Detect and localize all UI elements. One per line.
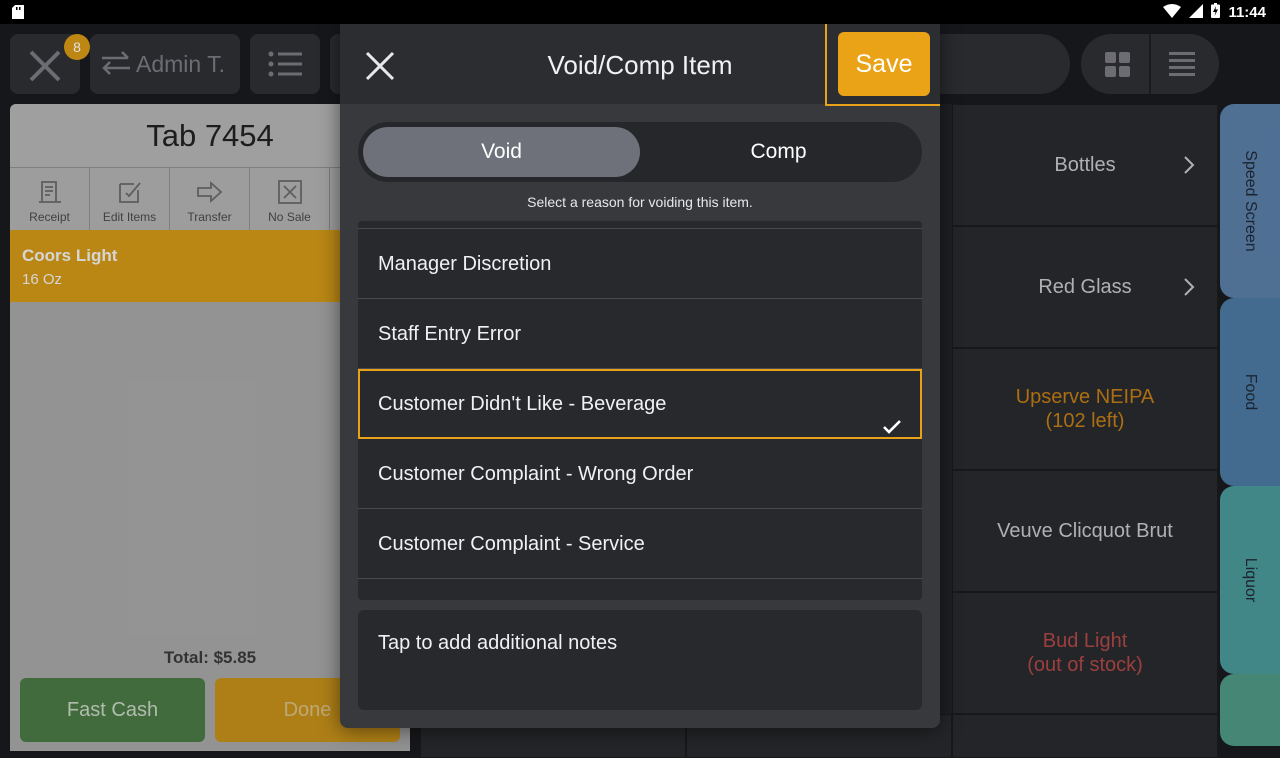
- void-comp-toggle: Void Comp: [358, 122, 922, 182]
- signal-icon: [1189, 3, 1204, 22]
- notes-field[interactable]: Tap to add additional notes: [358, 610, 922, 710]
- wifi-icon: [1163, 3, 1182, 22]
- reason-item[interactable]: Customer Complaint - Wrong Order: [358, 439, 922, 509]
- reason-label: Customer Didn't Like - Beverage: [378, 393, 667, 415]
- reason-label: Customer Complaint - Service: [378, 533, 645, 555]
- battery-icon: [1211, 3, 1221, 22]
- reason-list[interactable]: Manager Discretion Staff Entry Error Cus…: [358, 221, 922, 600]
- void-comp-dialog: Void/Comp Item Save Void Comp Select a r…: [340, 24, 940, 728]
- sd-card-icon: [12, 5, 24, 23]
- reason-item[interactable]: Customer Complaint - Service: [358, 509, 922, 579]
- instruction-text: Select a reason for voiding this item.: [527, 194, 753, 210]
- status-bar: 11:44: [0, 0, 1280, 24]
- save-button[interactable]: Save: [838, 32, 930, 96]
- reason-item[interactable]: Staff Entry Error: [358, 299, 922, 369]
- dialog-header: Void/Comp Item Save: [340, 24, 940, 106]
- reason-item-hidden[interactable]: [358, 221, 922, 229]
- reason-label: Staff Entry Error: [378, 323, 522, 345]
- reason-item-selected[interactable]: Customer Didn't Like - Beverage: [358, 369, 922, 439]
- reason-item-hidden[interactable]: [358, 579, 922, 600]
- clock: 11:44: [1228, 4, 1266, 21]
- reason-label: Customer Complaint - Wrong Order: [378, 463, 694, 485]
- void-option[interactable]: Void: [363, 127, 640, 177]
- reason-item[interactable]: Manager Discretion: [358, 229, 922, 299]
- reason-label: Manager Discretion: [378, 253, 552, 275]
- comp-option[interactable]: Comp: [640, 127, 917, 177]
